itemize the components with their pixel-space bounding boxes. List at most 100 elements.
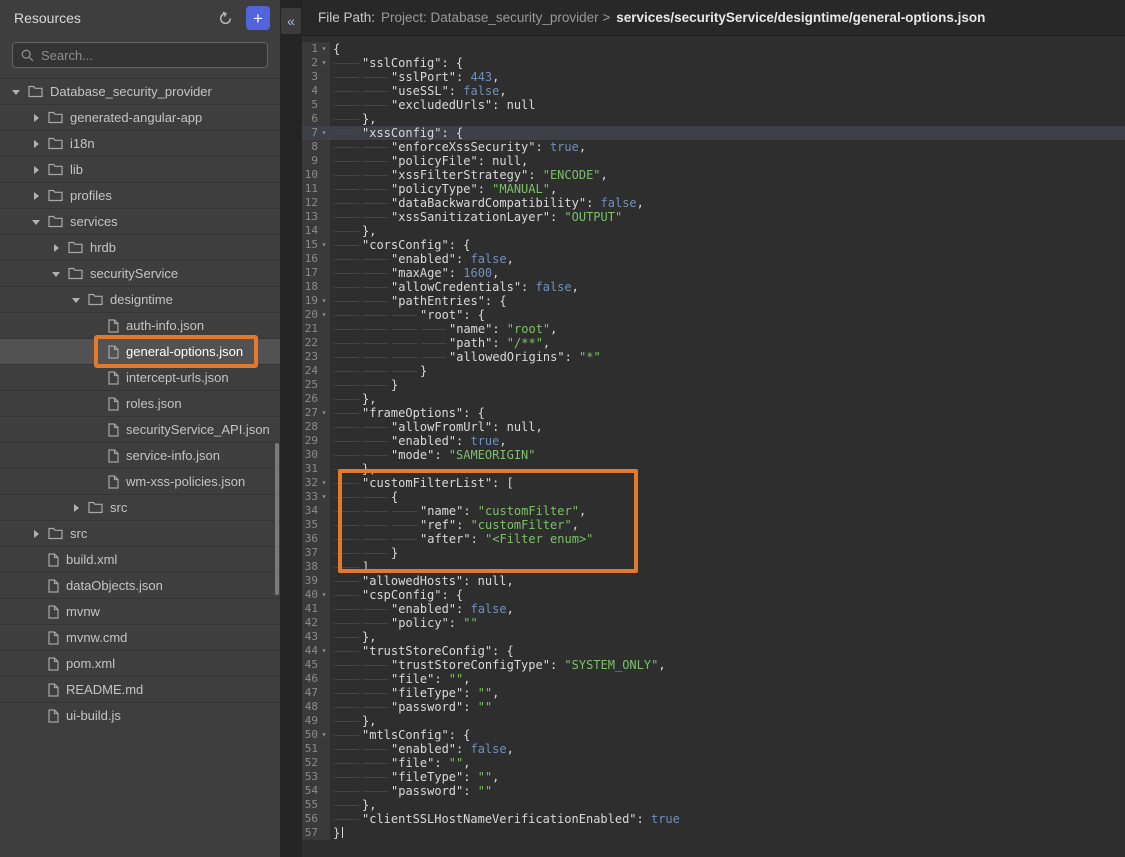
fold-toggle-icon[interactable]: ▾ bbox=[318, 238, 330, 252]
chevron-right-icon[interactable] bbox=[72, 503, 82, 513]
code-line-6[interactable]: 6}, bbox=[302, 112, 1125, 126]
tree-item-lib[interactable]: lib bbox=[0, 156, 280, 182]
tree-item-auth-info-json[interactable]: auth-info.json bbox=[0, 312, 280, 338]
tree-item-mvnw-cmd[interactable]: mvnw.cmd bbox=[0, 624, 280, 650]
code-line-19[interactable]: 19▾"pathEntries": { bbox=[302, 294, 1125, 308]
code-line-16[interactable]: 16"enabled": false, bbox=[302, 252, 1125, 266]
code-line-13[interactable]: 13"xssSanitizationLayer": "OUTPUT" bbox=[302, 210, 1125, 224]
tree-item-dataobjects-json[interactable]: dataObjects.json bbox=[0, 572, 280, 598]
add-button[interactable]: + bbox=[246, 6, 270, 30]
code-line-7[interactable]: 7▾"xssConfig": { bbox=[302, 126, 1125, 140]
code-line-36[interactable]: 36"after": "<Filter enum>" bbox=[302, 532, 1125, 546]
code-line-32[interactable]: 32▾"customFilterList": [ bbox=[302, 476, 1125, 490]
code-line-54[interactable]: 54"password": "" bbox=[302, 784, 1125, 798]
code-line-5[interactable]: 5"excludedUrls": null bbox=[302, 98, 1125, 112]
chevron-right-icon[interactable] bbox=[52, 243, 62, 253]
code-line-49[interactable]: 49}, bbox=[302, 714, 1125, 728]
code-line-20[interactable]: 20▾"root": { bbox=[302, 308, 1125, 322]
code-line-51[interactable]: 51"enabled": false, bbox=[302, 742, 1125, 756]
code-line-53[interactable]: 53"fileType": "", bbox=[302, 770, 1125, 784]
chevron-right-icon[interactable] bbox=[32, 139, 42, 149]
code-line-55[interactable]: 55}, bbox=[302, 798, 1125, 812]
tree-item-src[interactable]: src bbox=[0, 494, 280, 520]
chevron-right-icon[interactable] bbox=[32, 191, 42, 201]
chevron-right-icon[interactable] bbox=[32, 165, 42, 175]
code-line-30[interactable]: 30"mode": "SAMEORIGIN" bbox=[302, 448, 1125, 462]
code-line-33[interactable]: 33▾{ bbox=[302, 490, 1125, 504]
code-line-46[interactable]: 46"file": "", bbox=[302, 672, 1125, 686]
code-line-27[interactable]: 27▾"frameOptions": { bbox=[302, 406, 1125, 420]
code-line-10[interactable]: 10"xssFilterStrategy": "ENCODE", bbox=[302, 168, 1125, 182]
code-line-38[interactable]: 38], bbox=[302, 560, 1125, 574]
tree-item-securityservice[interactable]: securityService bbox=[0, 260, 280, 286]
code-line-22[interactable]: 22"path": "/**", bbox=[302, 336, 1125, 350]
tree-item-hrdb[interactable]: hrdb bbox=[0, 234, 280, 260]
fold-toggle-icon[interactable]: ▾ bbox=[318, 126, 330, 140]
chevron-down-icon[interactable] bbox=[32, 217, 42, 227]
code-line-52[interactable]: 52"file": "", bbox=[302, 756, 1125, 770]
tree-item-readme-md[interactable]: README.md bbox=[0, 676, 280, 702]
fold-toggle-icon[interactable]: ▾ bbox=[318, 588, 330, 602]
code-line-37[interactable]: 37} bbox=[302, 546, 1125, 560]
code-line-18[interactable]: 18"allowCredentials": false, bbox=[302, 280, 1125, 294]
fold-toggle-icon[interactable]: ▾ bbox=[318, 476, 330, 490]
tree-item-build-xml[interactable]: build.xml bbox=[0, 546, 280, 572]
chevron-right-icon[interactable] bbox=[32, 529, 42, 539]
code-line-31[interactable]: 31}, bbox=[302, 462, 1125, 476]
search-box[interactable] bbox=[12, 42, 268, 68]
search-input[interactable] bbox=[41, 48, 259, 63]
code-line-9[interactable]: 9"policyFile": null, bbox=[302, 154, 1125, 168]
code-line-35[interactable]: 35"ref": "customFilter", bbox=[302, 518, 1125, 532]
chevron-right-icon[interactable] bbox=[32, 113, 42, 123]
tree-item-general-options-json[interactable]: general-options.json bbox=[0, 338, 280, 364]
code-line-1[interactable]: 1▾{ bbox=[302, 42, 1125, 56]
fold-toggle-icon[interactable]: ▾ bbox=[318, 728, 330, 742]
tree-item-securityservice-api-json[interactable]: securityService_API.json bbox=[0, 416, 280, 442]
collapse-panel-button[interactable]: « bbox=[281, 8, 301, 34]
tree-item-services[interactable]: services bbox=[0, 208, 280, 234]
fold-toggle-icon[interactable]: ▾ bbox=[318, 56, 330, 70]
tree-item-profiles[interactable]: profiles bbox=[0, 182, 280, 208]
code-line-8[interactable]: 8"enforceXssSecurity": true, bbox=[302, 140, 1125, 154]
code-line-26[interactable]: 26}, bbox=[302, 392, 1125, 406]
sidebar-scrollbar-thumb[interactable] bbox=[275, 443, 279, 595]
chevron-down-icon[interactable] bbox=[52, 269, 62, 279]
code-line-56[interactable]: 56"clientSSLHostNameVerificationEnabled"… bbox=[302, 812, 1125, 826]
code-line-47[interactable]: 47"fileType": "", bbox=[302, 686, 1125, 700]
code-line-34[interactable]: 34"name": "customFilter", bbox=[302, 504, 1125, 518]
fold-toggle-icon[interactable]: ▾ bbox=[318, 644, 330, 658]
code-line-41[interactable]: 41"enabled": false, bbox=[302, 602, 1125, 616]
tree-item-wm-xss-policies-json[interactable]: wm-xss-policies.json bbox=[0, 468, 280, 494]
tree-item-database-security-provider[interactable]: Database_security_provider bbox=[0, 78, 280, 104]
chevron-down-icon[interactable] bbox=[12, 87, 22, 97]
code-line-40[interactable]: 40▾"cspConfig": { bbox=[302, 588, 1125, 602]
tree-item-mvnw[interactable]: mvnw bbox=[0, 598, 280, 624]
code-line-43[interactable]: 43}, bbox=[302, 630, 1125, 644]
code-line-57[interactable]: 57} bbox=[302, 826, 1125, 840]
code-line-21[interactable]: 21"name": "root", bbox=[302, 322, 1125, 336]
code-line-25[interactable]: 25} bbox=[302, 378, 1125, 392]
code-editor[interactable]: 1▾{2▾"sslConfig": {3"sslPort": 443,4"use… bbox=[302, 36, 1125, 857]
code-line-12[interactable]: 12"dataBackwardCompatibility": false, bbox=[302, 196, 1125, 210]
code-line-50[interactable]: 50▾"mtlsConfig": { bbox=[302, 728, 1125, 742]
code-line-48[interactable]: 48"password": "" bbox=[302, 700, 1125, 714]
fold-toggle-icon[interactable]: ▾ bbox=[318, 294, 330, 308]
fold-toggle-icon[interactable]: ▾ bbox=[318, 490, 330, 504]
code-line-39[interactable]: 39"allowedHosts": null, bbox=[302, 574, 1125, 588]
code-line-2[interactable]: 2▾"sslConfig": { bbox=[302, 56, 1125, 70]
refresh-button[interactable] bbox=[214, 7, 236, 29]
tree-item-pom-xml[interactable]: pom.xml bbox=[0, 650, 280, 676]
tree-item-roles-json[interactable]: roles.json bbox=[0, 390, 280, 416]
tree-item-ui-build-js[interactable]: ui-build.js bbox=[0, 702, 280, 728]
tree-item-intercept-urls-json[interactable]: intercept-urls.json bbox=[0, 364, 280, 390]
fold-toggle-icon[interactable]: ▾ bbox=[318, 308, 330, 322]
chevron-down-icon[interactable] bbox=[72, 295, 82, 305]
fold-toggle-icon[interactable]: ▾ bbox=[318, 42, 330, 56]
tree-item-generated-angular-app[interactable]: generated-angular-app bbox=[0, 104, 280, 130]
code-line-28[interactable]: 28"allowFromUrl": null, bbox=[302, 420, 1125, 434]
code-line-11[interactable]: 11"policyType": "MANUAL", bbox=[302, 182, 1125, 196]
tree-item-designtime[interactable]: designtime bbox=[0, 286, 280, 312]
code-line-3[interactable]: 3"sslPort": 443, bbox=[302, 70, 1125, 84]
tree-item-src[interactable]: src bbox=[0, 520, 280, 546]
code-line-42[interactable]: 42"policy": "" bbox=[302, 616, 1125, 630]
